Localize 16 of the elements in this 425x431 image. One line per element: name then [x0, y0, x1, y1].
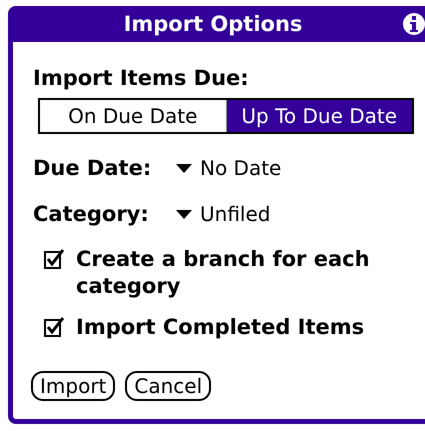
dialog-button[interactable]: Cancel — [125, 371, 212, 401]
field-label: Category: — [33, 202, 150, 226]
checkbox-label: Import Completed Items — [76, 314, 366, 341]
popup-trigger[interactable]: No Date — [176, 156, 282, 180]
field-label: Due Date: — [33, 156, 152, 180]
window-title: Import Options — [124, 12, 302, 36]
section-label: Import Items Due: — [33, 66, 250, 90]
dropdown-triangle-icon — [176, 164, 192, 172]
checkbox-label: Create a branch for each category — [76, 246, 371, 300]
checkbox[interactable] — [44, 317, 64, 337]
popup-trigger[interactable]: Unfiled — [176, 202, 270, 226]
checkbox[interactable] — [44, 249, 64, 269]
dialog-button[interactable]: Import — [31, 371, 116, 401]
info-icon[interactable] — [402, 12, 425, 36]
segment-option[interactable]: Up To Due Date — [226, 100, 412, 132]
dropdown-triangle-icon — [176, 210, 192, 218]
